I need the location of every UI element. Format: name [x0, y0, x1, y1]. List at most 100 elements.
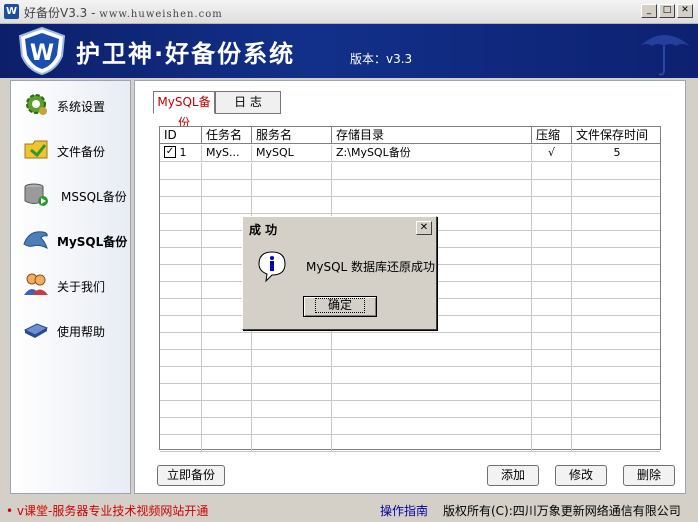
empty-cell: [160, 197, 202, 214]
column-header-service[interactable]: 服务名: [252, 127, 332, 144]
edit-button[interactable]: 修改: [555, 465, 607, 486]
cell-dir: Z:\MySQL备份: [332, 145, 532, 162]
sidebar-item-label: 系统设置: [57, 100, 106, 114]
empty-table-row: [160, 401, 660, 418]
success-dialog: 成 功 ✕ MySQL 数据库还原成功 确定: [242, 216, 437, 330]
column-header-task[interactable]: 任务名: [202, 127, 252, 144]
sidebar-item-file-backup[interactable]: 文件备份: [21, 132, 131, 168]
header-banner: W 护卫神·好备份系统 版本：v3.3: [0, 24, 698, 78]
title-bar: W 好备份V3.3 - www.huweishen.com _ □ ✕: [0, 0, 698, 24]
tab-mysql-backup[interactable]: MySQL备份: [153, 91, 215, 130]
sidebar-item-label: 使用帮助: [57, 325, 106, 339]
empty-cell: [532, 333, 572, 350]
dialog-message: MySQL 数据库还原成功: [306, 260, 436, 274]
empty-cell: [252, 197, 332, 214]
empty-cell: [572, 180, 662, 197]
empty-table-row: [160, 333, 660, 350]
umbrella-icon: [640, 35, 690, 76]
empty-cell: [572, 197, 662, 214]
empty-cell: [532, 248, 572, 265]
cell-service: MySQL: [252, 145, 332, 162]
empty-cell: [572, 333, 662, 350]
empty-cell: [160, 384, 202, 401]
banner-title: 护卫神·好备份系统: [76, 40, 296, 68]
empty-cell: [252, 401, 332, 418]
empty-cell: [532, 197, 572, 214]
maximize-button[interactable]: □: [659, 4, 675, 18]
empty-cell: [532, 384, 572, 401]
dialog-close-button[interactable]: ✕: [416, 221, 432, 235]
close-button[interactable]: ✕: [677, 4, 693, 18]
delete-button[interactable]: 删除: [623, 465, 675, 486]
sidebar-item-label: 关于我们: [57, 280, 106, 294]
empty-cell: [252, 350, 332, 367]
empty-cell: [252, 367, 332, 384]
empty-table-row: [160, 367, 660, 384]
empty-cell: [160, 265, 202, 282]
sidebar-item-mssql-backup[interactable]: MSSQL备份: [21, 177, 131, 213]
empty-cell: [332, 418, 532, 435]
empty-cell: [572, 248, 662, 265]
version-label: 版本：v3.3: [350, 52, 413, 66]
empty-cell: [532, 418, 572, 435]
column-header-compress[interactable]: 压缩: [532, 127, 572, 144]
cell-id: ✓ 1: [160, 145, 202, 162]
empty-table-row: [160, 180, 660, 197]
empty-cell: [202, 350, 252, 367]
empty-cell: [572, 299, 662, 316]
table-header: ID 任务名 服务名 存储目录 压缩 文件保存时间: [160, 127, 660, 144]
shield-icon: W: [4, 4, 19, 19]
dolphin-icon: [23, 231, 48, 249]
empty-cell: [160, 350, 202, 367]
window-title: 好备份V3.3 - www.huweishen.com: [24, 4, 223, 21]
empty-table-row: [160, 350, 660, 367]
row-checkbox[interactable]: ✓: [164, 146, 176, 158]
empty-cell: [160, 316, 202, 333]
empty-cell: [332, 350, 532, 367]
tab-log[interactable]: 日 志: [215, 91, 281, 114]
sidebar-item-settings[interactable]: 系统设置: [21, 87, 131, 123]
backup-now-button[interactable]: 立即备份: [157, 465, 225, 486]
empty-cell: [252, 384, 332, 401]
empty-cell: [572, 350, 662, 367]
guide-link[interactable]: 操作指南: [380, 502, 428, 519]
empty-table-row: [160, 418, 660, 435]
empty-cell: [202, 367, 252, 384]
empty-table-row: [160, 384, 660, 401]
cell-id-value: 1: [179, 146, 187, 159]
window-title-text: 好备份V3.3 -: [24, 6, 100, 20]
empty-cell: [332, 163, 532, 180]
empty-cell: [332, 435, 532, 452]
empty-cell: [202, 333, 252, 350]
empty-cell: [532, 282, 572, 299]
sidebar-item-help[interactable]: 使用帮助: [21, 312, 131, 348]
sidebar-item-label: MySQL备份: [57, 235, 128, 249]
empty-cell: [532, 401, 572, 418]
column-header-dir[interactable]: 存储目录: [332, 127, 532, 144]
empty-cell: [160, 367, 202, 384]
promo-link[interactable]: • v课堂-服务器专业技术视频网站开通: [6, 502, 208, 519]
sidebar: 系统设置 文件备份 MSSQL备份 MySQL备份 关于我们 使用帮助: [10, 80, 131, 494]
empty-cell: [572, 231, 662, 248]
minimize-button[interactable]: _: [641, 4, 657, 18]
empty-cell: [532, 265, 572, 282]
empty-cell: [572, 282, 662, 299]
empty-cell: [160, 333, 202, 350]
empty-cell: [532, 180, 572, 197]
sidebar-item-about[interactable]: 关于我们: [21, 267, 131, 303]
empty-cell: [572, 367, 662, 384]
empty-cell: [160, 401, 202, 418]
empty-table-row: [160, 163, 660, 180]
add-button[interactable]: 添加: [487, 465, 539, 486]
info-icon: [258, 251, 286, 282]
empty-cell: [202, 418, 252, 435]
column-header-keep[interactable]: 文件保存时间: [572, 127, 662, 144]
sidebar-item-mysql-backup[interactable]: MySQL备份: [21, 222, 131, 258]
dialog-ok-button[interactable]: 确定: [303, 296, 377, 317]
empty-cell: [572, 265, 662, 282]
empty-cell: [202, 197, 252, 214]
copyright-text: 版权所有(C):四川万象更新网络通信有限公司: [443, 504, 681, 518]
empty-cell: [252, 180, 332, 197]
column-header-id[interactable]: ID: [160, 127, 202, 144]
table-row[interactable]: ✓ 1 MyS... MySQL Z:\MySQL备份 √ 5: [160, 145, 660, 162]
